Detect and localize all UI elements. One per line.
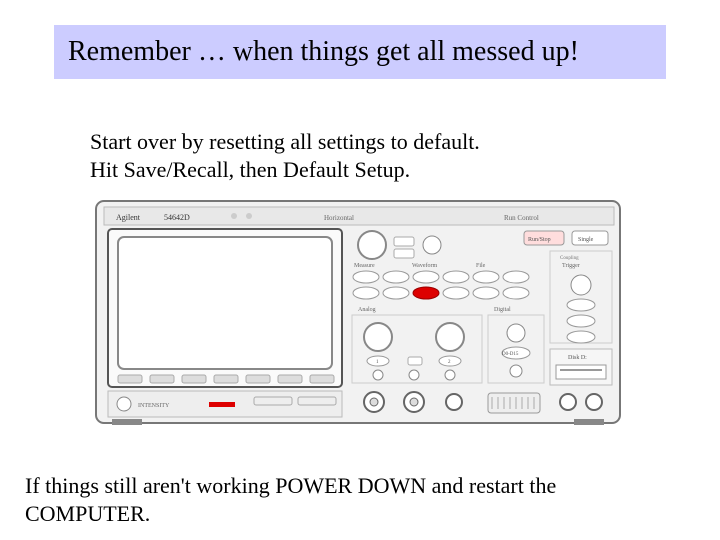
scope-model-label: 54642D xyxy=(164,213,190,222)
waveform-label: Waveform xyxy=(412,262,438,269)
measure-label: Measure xyxy=(354,263,375,269)
coupling-label: Coupling xyxy=(560,256,579,261)
digital-label: Digital xyxy=(494,307,511,313)
analog-label: Analog xyxy=(358,307,376,313)
slide-title: Remember … when things get all messed up… xyxy=(68,36,579,68)
runcontrol-label: Run Control xyxy=(504,214,539,222)
single-label: Single xyxy=(578,237,594,243)
trigger-label: Trigger xyxy=(562,263,580,269)
footer-text: If things still aren't working POWER DOW… xyxy=(25,472,685,527)
instruction-line-1: Start over by resetting all settings to … xyxy=(90,128,480,156)
instruction-line-2: Hit Save/Recall, then Default Setup. xyxy=(90,156,480,184)
d0-label: D0-D15 xyxy=(502,352,519,357)
intensity-label: INTENSITY xyxy=(138,403,170,409)
file-label: File xyxy=(476,263,486,269)
instruction-text: Start over by resetting all settings to … xyxy=(90,128,480,183)
slide-title-bar: Remember … when things get all messed up… xyxy=(54,25,666,79)
scope-brand-label: Agilent xyxy=(116,213,141,222)
horizontal-label: Horizontal xyxy=(324,214,354,222)
runstop-label: Run/Stop xyxy=(528,237,551,243)
oscilloscope-figure: Agilent 54642D Horizontal Run Control IN… xyxy=(94,197,624,427)
disk-label: Disk D: xyxy=(568,355,587,361)
